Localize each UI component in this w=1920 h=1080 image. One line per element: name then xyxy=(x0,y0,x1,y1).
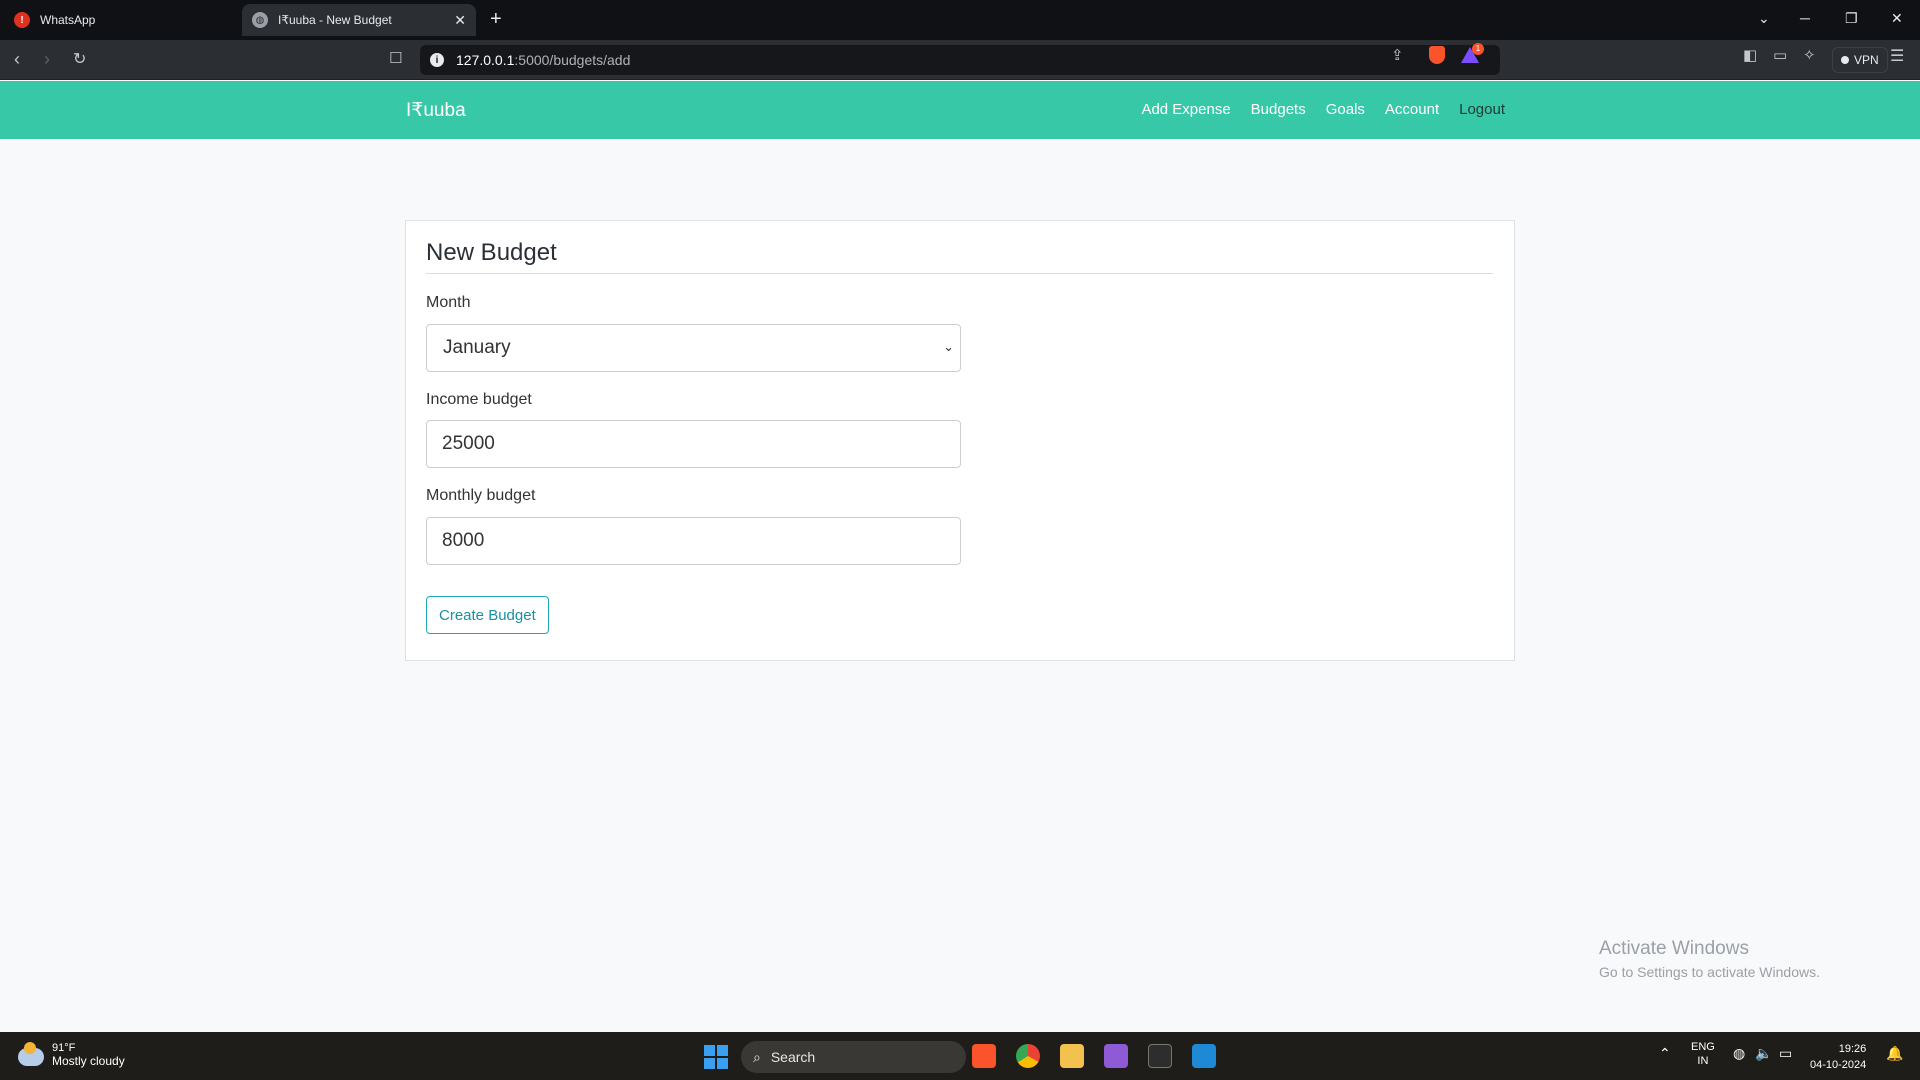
tab-whatsapp[interactable]: ! WhatsApp xyxy=(4,4,240,36)
wallet-icon[interactable]: ▭ xyxy=(1773,46,1787,64)
watermark-line1: Activate Windows xyxy=(1599,938,1749,959)
month-label: Month xyxy=(426,294,471,311)
close-tab-icon[interactable]: ✕ xyxy=(454,12,466,29)
bookmark-icon[interactable]: ☐ xyxy=(389,49,402,67)
url-path: :5000/budgets/add xyxy=(514,52,631,68)
lang-line1: ENG xyxy=(1691,1041,1715,1053)
menu-icon[interactable]: ☰ xyxy=(1890,46,1904,66)
app-navbar: I₹uuba Add Expense Budgets Goals Account… xyxy=(0,81,1920,139)
income-budget-input[interactable]: 25000 xyxy=(426,420,961,468)
nav-links: Add Expense Budgets Goals Account Logout xyxy=(1141,101,1505,118)
nav-goals[interactable]: Goals xyxy=(1326,101,1365,118)
search-placeholder: Search xyxy=(770,1049,816,1065)
tray-overflow-icon[interactable]: ⌃ xyxy=(1659,1046,1671,1060)
month-select[interactable]: January ⌄ xyxy=(426,324,961,372)
battery-icon[interactable]: ▭ xyxy=(1779,1046,1792,1060)
brave-taskbar-icon[interactable] xyxy=(972,1044,996,1068)
new-budget-card: New Budget Month January ⌄ Income budget… xyxy=(405,220,1515,661)
url-host: 127.0.0.1 xyxy=(456,52,515,68)
browser-toolbar: ‹ › ↻ ☐ i 127.0.0.1:5000/budgets/add ⇪ 1… xyxy=(0,40,1920,80)
volume-muted-icon[interactable]: 🔈 xyxy=(1755,1046,1772,1060)
clock-date: 04-10-2024 xyxy=(1810,1059,1867,1071)
forward-icon[interactable]: › xyxy=(44,49,50,70)
network-icon[interactable]: ◍ xyxy=(1733,1046,1745,1060)
lang-line2: IN xyxy=(1697,1055,1709,1067)
terminal-icon[interactable] xyxy=(1148,1044,1172,1068)
sidebar-icon[interactable]: ◧ xyxy=(1743,46,1757,64)
activate-windows-watermark: Activate Windows Go to Settings to activ… xyxy=(1599,938,1820,980)
site-info-icon[interactable]: i xyxy=(430,53,444,67)
create-budget-button[interactable]: Create Budget xyxy=(426,596,549,634)
chrome-taskbar-icon[interactable] xyxy=(1016,1044,1040,1068)
month-selected-value: January xyxy=(443,337,511,358)
whatsapp-icon: ! xyxy=(14,12,30,28)
new-tab-icon[interactable]: + xyxy=(490,8,502,31)
weather-widget[interactable]: 91°F Mostly cloudy xyxy=(18,1042,125,1068)
watermark-line2: Go to Settings to activate Windows. xyxy=(1599,964,1820,980)
visual-studio-icon[interactable] xyxy=(1104,1044,1128,1068)
weather-temp: 91°F xyxy=(52,1042,76,1054)
back-icon[interactable]: ‹ xyxy=(14,49,20,70)
reload-icon[interactable]: ↻ xyxy=(73,49,86,69)
vpn-status-icon xyxy=(1841,56,1849,64)
nav-account[interactable]: Account xyxy=(1385,101,1439,118)
windows-taskbar: 91°F Mostly cloudy ⌕ Search ⌃ ENG IN ◍ 🔈… xyxy=(0,1032,1920,1080)
close-window-icon[interactable]: ✕ xyxy=(1891,10,1903,27)
browser-tabbar: ! WhatsApp ◍ I₹uuba - New Budget ✕ + ⌄ ─… xyxy=(0,0,1920,40)
vpn-button[interactable]: VPN xyxy=(1832,47,1888,73)
nav-add-expense[interactable]: Add Expense xyxy=(1141,101,1230,118)
language-indicator[interactable]: ENG IN xyxy=(1691,1040,1715,1068)
tab-title: WhatsApp xyxy=(40,13,96,27)
tab-search-icon[interactable]: ⌄ xyxy=(1758,10,1770,27)
file-explorer-icon[interactable] xyxy=(1060,1044,1084,1068)
page-title: New Budget xyxy=(426,239,1493,274)
income-budget-label: Income budget xyxy=(426,391,532,408)
start-icon[interactable] xyxy=(704,1045,728,1069)
search-icon: ⌕ xyxy=(753,1048,761,1065)
brand-logo[interactable]: I₹uuba xyxy=(406,99,466,122)
taskbar-clock[interactable]: 19:26 04-10-2024 xyxy=(1810,1041,1866,1073)
nav-logout[interactable]: Logout xyxy=(1459,101,1505,118)
clock-time: 19:26 xyxy=(1838,1043,1867,1055)
income-budget-value: 25000 xyxy=(442,433,495,454)
nav-budgets[interactable]: Budgets xyxy=(1251,101,1306,118)
taskbar-search[interactable]: ⌕ Search xyxy=(741,1041,966,1073)
vpn-label: VPN xyxy=(1854,53,1879,67)
minimize-icon[interactable]: ─ xyxy=(1800,10,1810,26)
monthly-budget-value: 8000 xyxy=(442,530,485,551)
brave-shields-icon[interactable] xyxy=(1429,46,1445,64)
monthly-budget-label: Monthly budget xyxy=(426,487,536,504)
tab-title: I₹uuba - New Budget xyxy=(278,13,392,27)
monthly-budget-input[interactable]: 8000 xyxy=(426,517,961,565)
address-bar[interactable]: i 127.0.0.1:5000/budgets/add xyxy=(420,45,1500,75)
share-icon[interactable]: ⇪ xyxy=(1391,46,1404,64)
weather-cloud-icon xyxy=(18,1042,44,1066)
rewards-badge: 1 xyxy=(1472,43,1484,55)
tab-new-budget[interactable]: ◍ I₹uuba - New Budget ✕ xyxy=(242,4,476,36)
chevron-down-icon: ⌄ xyxy=(943,339,954,354)
leo-ai-icon[interactable]: ✧ xyxy=(1803,46,1816,64)
globe-icon: ◍ xyxy=(252,12,268,28)
weather-condition: Mostly cloudy xyxy=(52,1054,125,1068)
vscode-icon[interactable] xyxy=(1192,1044,1216,1068)
restore-icon[interactable]: ❐ xyxy=(1845,10,1858,27)
notification-bell-icon[interactable]: 🔔 xyxy=(1886,1046,1903,1060)
